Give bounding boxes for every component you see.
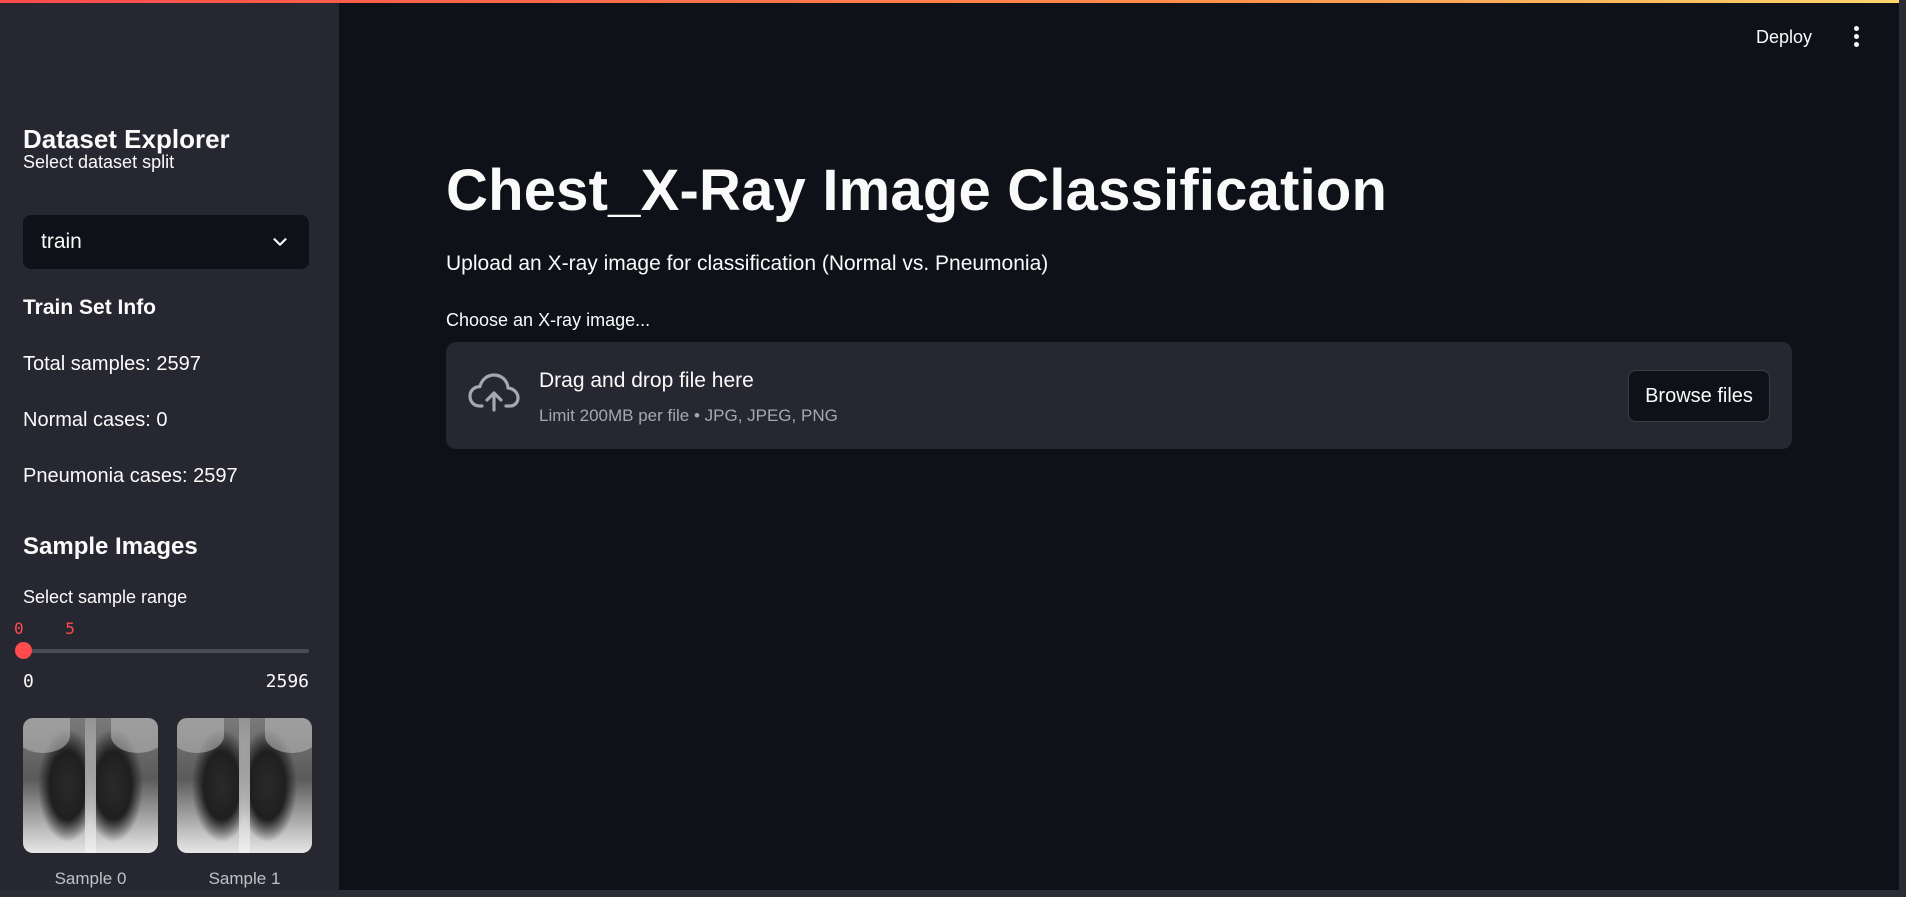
slider-high-value: 5 xyxy=(65,619,75,638)
slider-track[interactable] xyxy=(23,649,309,653)
sidebar-title: Dataset Explorer xyxy=(23,124,230,154)
dropzone-instruction: Drag and drop file here xyxy=(539,369,754,392)
split-select-value: train xyxy=(41,230,82,253)
sample-xray-image-1 xyxy=(177,718,312,853)
page-subtitle: Upload an X-ray image for classification… xyxy=(446,252,1049,275)
slider-thumb[interactable] xyxy=(15,642,32,659)
page-title: Chest_X-Ray Image Classification xyxy=(446,158,1388,223)
normal-cases-text: Normal cases: 0 xyxy=(23,409,168,431)
dropzone-limit-text: Limit 200MB per file • JPG, JPEG, PNG xyxy=(539,406,838,425)
total-samples-text: Total samples: 2597 xyxy=(23,353,201,375)
train-set-info-heading: Train Set Info xyxy=(23,296,157,319)
pneumonia-cases-text: Pneumonia cases: 2597 xyxy=(23,465,238,487)
sample-images-heading: Sample Images xyxy=(23,533,198,560)
sample-xray-image-0 xyxy=(23,718,158,853)
split-select-label: Select dataset split xyxy=(23,152,175,172)
sample-caption-1: Sample 1 xyxy=(208,869,281,888)
sample-range-label: Select sample range xyxy=(23,587,188,607)
dataset-split-select[interactable]: train xyxy=(23,215,309,269)
kebab-menu-icon[interactable] xyxy=(1849,26,1863,50)
browse-files-button[interactable]: Browse files xyxy=(1628,370,1770,422)
uploader-label: Choose an X-ray image... xyxy=(446,310,651,330)
sidebar: Dataset Explorer Select dataset split tr… xyxy=(0,3,339,890)
cloud-upload-icon xyxy=(468,373,520,412)
chevron-down-icon xyxy=(273,238,287,246)
slider-current-values: 0 5 xyxy=(14,619,75,638)
window-bottom-border xyxy=(0,890,1906,897)
deploy-button[interactable]: Deploy xyxy=(1756,27,1812,48)
slider-max-label: 2596 xyxy=(265,671,309,692)
file-dropzone[interactable]: Drag and drop file here Limit 200MB per … xyxy=(446,342,1792,449)
slider-low-value: 0 xyxy=(14,619,24,638)
window-right-border xyxy=(1899,0,1906,897)
sample-caption-0: Sample 0 xyxy=(54,869,127,888)
slider-min-label: 0 xyxy=(23,671,34,692)
